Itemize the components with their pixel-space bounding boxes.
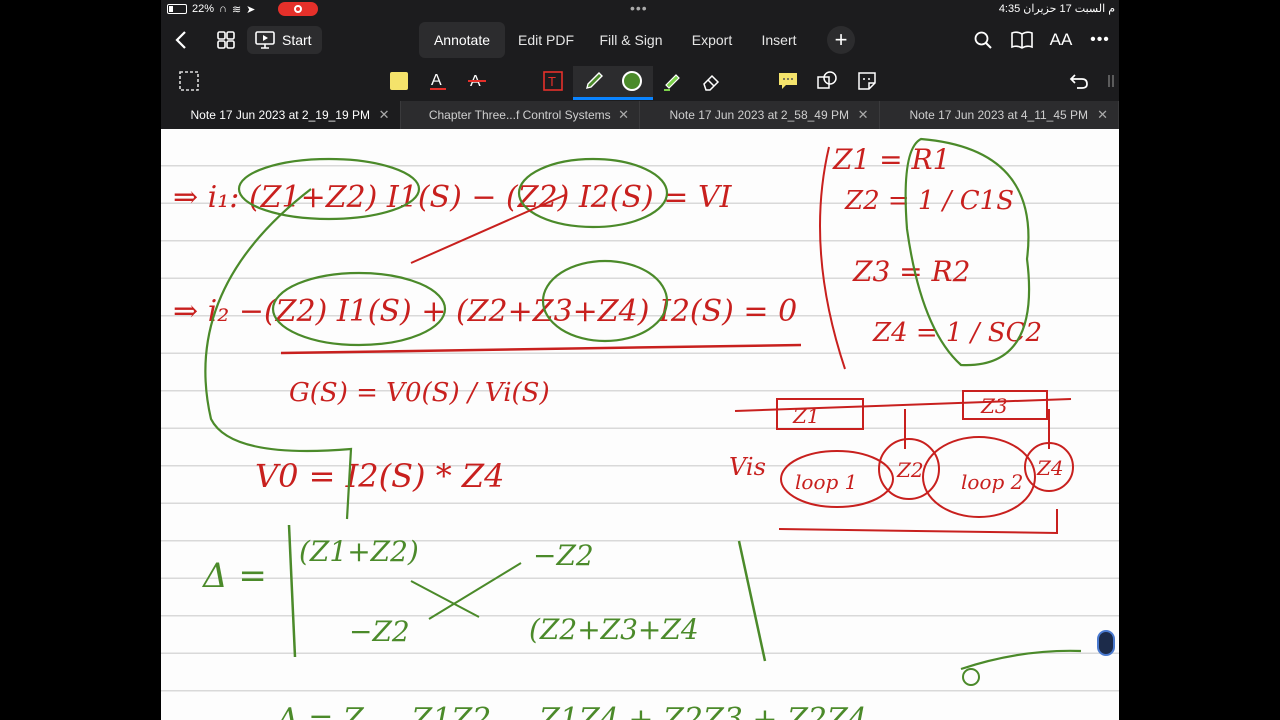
book-icon[interactable] <box>1009 26 1035 54</box>
search-icon[interactable] <box>971 26 995 54</box>
tab-fill-sign[interactable]: Fill & Sign <box>593 22 669 58</box>
hw-vis: Vis <box>729 453 766 481</box>
annotation-tool-row: A A T <box>161 62 1119 100</box>
headphones-icon: ∩ <box>219 3 227 15</box>
hw-circ-z1: Z1 <box>792 404 820 428</box>
hw-loop1: loop 1 <box>795 470 857 494</box>
hw-gs: G(S) = V0(S) / Vi(S) <box>289 378 550 408</box>
wifi-icon: ≋ <box>231 3 242 16</box>
select-icon[interactable] <box>177 69 201 93</box>
close-icon[interactable]: ✕ <box>1097 107 1108 123</box>
comment-icon[interactable] <box>776 69 800 93</box>
hw-eq2: ⇒ i₂ −(Z2) I1(S) + (Z2+Z3+Z4) I2(S) = 0 <box>173 294 797 329</box>
hw-m12: −Z2 <box>533 539 594 572</box>
hw-circ-z4: Z4 <box>1036 456 1064 480</box>
hw-det-label: Δ = <box>201 556 267 596</box>
tab-insert[interactable]: Insert <box>755 22 803 58</box>
svg-text:A: A <box>431 72 442 89</box>
hw-z2: Z2 = 1 / C1S <box>844 186 1014 216</box>
doc-tab-2[interactable]: Chapter Three...f Control Systems ✕ <box>401 101 640 129</box>
screen-record-indicator[interactable] <box>278 2 319 16</box>
shapes-icon[interactable] <box>815 69 839 93</box>
pen-icon[interactable] <box>582 69 606 93</box>
pdf-app: 22% ∩ ≋ ➤ ••• 4:35 م السبت 17 حزيران Sta… <box>161 0 1119 720</box>
hw-m11: (Z1+Z2) <box>299 535 419 568</box>
font-size-icon[interactable]: AA <box>1047 26 1075 54</box>
tab-export[interactable]: Export <box>681 22 743 58</box>
close-icon[interactable]: ✕ <box>379 107 390 123</box>
doc-tab-4[interactable]: Note 17 Jun 2023 at 4_11_45 PM ✕ <box>880 101 1119 129</box>
hw-circ-z3: Z3 <box>980 394 1008 418</box>
hw-vo: V0 = I2(S) * Z4 <box>255 457 504 495</box>
location-icon: ➤ <box>246 3 256 16</box>
hw-eq1: ⇒ i₁: (Z1+Z2) I1(S) − (Z2) I2(S) = VI <box>173 180 733 215</box>
close-icon[interactable]: ✕ <box>858 107 869 123</box>
sticker-icon[interactable] <box>855 69 879 93</box>
document-tab-bar: Note 17 Jun 2023 at 2_19_19 PM ✕ Chapter… <box>161 101 1119 129</box>
svg-text:T: T <box>548 74 556 89</box>
note-page-canvas[interactable]: ⇒ i₁: (Z1+Z2) I1(S) − (Z2) I2(S) = VI ⇒ … <box>161 129 1119 720</box>
toolbar-grip-icon[interactable] <box>1099 69 1119 93</box>
color-circle-icon[interactable] <box>620 69 644 93</box>
hw-m22: (Z2+Z3+Z4 <box>529 613 699 646</box>
multitask-dots-icon[interactable]: ••• <box>630 0 648 16</box>
undo-icon[interactable] <box>1067 69 1091 93</box>
battery-percent: 22% <box>192 3 215 15</box>
tab-edit-pdf[interactable]: Edit PDF <box>511 22 581 58</box>
tab-annotate[interactable]: Annotate <box>419 22 505 58</box>
highlight-color-icon[interactable] <box>387 69 411 93</box>
time-date: 4:35 م السبت 17 حزيران <box>998 3 1115 15</box>
add-plus-icon[interactable]: + <box>827 26 855 54</box>
text-color-icon[interactable]: A <box>426 69 450 93</box>
doc-tab-1[interactable]: Note 17 Jun 2023 at 2_19_19 PM ✕ <box>161 101 401 129</box>
eraser-icon[interactable] <box>699 69 723 93</box>
status-bar: 22% ∩ ≋ ➤ ••• 4:35 م السبت 17 حزيران <box>161 0 1119 18</box>
top-toolbar: Start Annotate Edit PDF Fill & Sign Expo… <box>161 18 1119 62</box>
start-button[interactable]: Start <box>247 26 322 54</box>
thumbnails-grid-icon[interactable] <box>213 26 239 54</box>
hw-bottom: Δ = Z ... Z1Z2 ... Z1Z4 + Z2Z3 + Z2Z4 <box>276 702 867 720</box>
doc-tab-label: Note 17 Jun 2023 at 4_11_45 PM <box>909 108 1089 122</box>
hw-circ-z2: Z2 <box>896 458 924 482</box>
back-chevron-icon[interactable] <box>169 26 193 54</box>
battery-icon <box>167 4 187 14</box>
textbox-icon[interactable]: T <box>541 69 565 93</box>
start-label: Start <box>282 32 312 48</box>
highlighter-icon[interactable] <box>660 69 684 93</box>
presentation-icon <box>255 31 275 49</box>
hw-z1: Z1 = R1 <box>832 143 950 176</box>
strikethrough-icon[interactable]: A <box>465 69 489 93</box>
doc-tab-label: Note 17 Jun 2023 at 2_19_19 PM <box>190 108 370 122</box>
hw-m21: −Z2 <box>349 615 410 648</box>
hw-loop2: loop 2 <box>961 470 1023 494</box>
doc-tab-label: Chapter Three...f Control Systems <box>428 108 611 122</box>
more-icon[interactable]: ••• <box>1087 26 1113 54</box>
doc-tab-label: Note 17 Jun 2023 at 2_58_49 PM <box>669 108 849 122</box>
page-scroll-handle[interactable] <box>1097 630 1115 656</box>
handwriting-layer: ⇒ i₁: (Z1+Z2) I1(S) − (Z2) I2(S) = VI ⇒ … <box>173 137 1082 720</box>
doc-tab-3[interactable]: Note 17 Jun 2023 at 2_58_49 PM ✕ <box>640 101 880 129</box>
close-icon[interactable]: ✕ <box>618 107 629 123</box>
